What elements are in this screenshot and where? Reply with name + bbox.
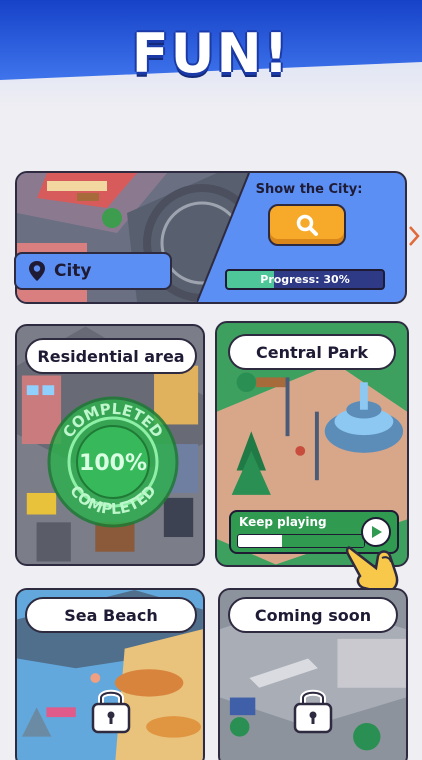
central-park-label: Central Park: [228, 334, 396, 370]
completed-stamp: COMPLETED COMPLETED 100%: [47, 396, 179, 528]
map-pin-icon: [29, 261, 45, 281]
keep-playing-label: Keep playing: [239, 515, 327, 529]
coming-soon-label: Coming soon: [228, 597, 398, 633]
lock-icon: [91, 689, 131, 734]
city-progress-bar: Progress: 30%: [225, 269, 385, 290]
show-city-label: Show the City:: [255, 182, 363, 197]
city-name-badge: City: [14, 252, 172, 290]
pointing-hand-icon: [345, 546, 399, 594]
chevron-right-icon[interactable]: [407, 224, 421, 248]
residential-area-label: Residential area: [25, 338, 197, 374]
city-name-label: City: [54, 261, 92, 281]
sea-beach-label: Sea Beach: [25, 597, 197, 633]
lock-icon: [293, 689, 333, 734]
search-icon: [296, 214, 318, 236]
city-progress-text: Progress: 30%: [260, 273, 350, 286]
show-city-search-button[interactable]: [268, 204, 346, 246]
stamp-value-text: 100%: [79, 451, 147, 476]
page-title: FUN!: [131, 22, 291, 85]
